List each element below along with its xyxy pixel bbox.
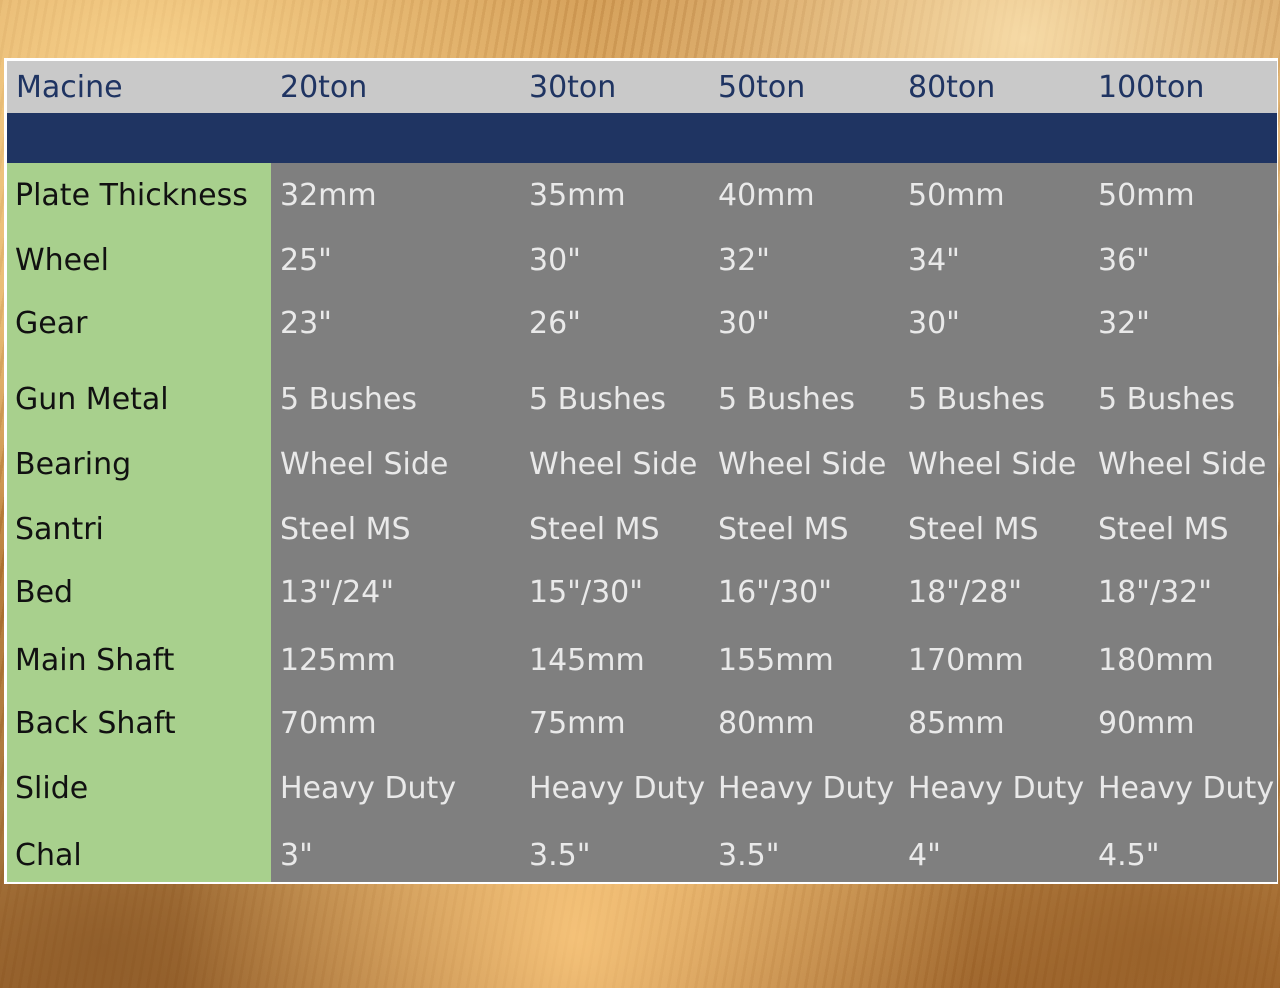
- table-cell: Wheel Side: [718, 447, 887, 482]
- table-cell: Heavy Duty: [718, 771, 895, 806]
- table-cell: 34": [908, 243, 960, 278]
- row-label: Bed: [15, 575, 74, 610]
- table-cell: 3": [280, 838, 313, 873]
- table-cell: 85mm: [908, 706, 1005, 741]
- table-cell: Wheel Side: [1098, 447, 1267, 482]
- row-label: Gear: [15, 306, 88, 341]
- table-cell: 30": [908, 306, 960, 341]
- table-cell: 125mm: [280, 643, 396, 678]
- table-cell: 23": [280, 306, 332, 341]
- table-cell: 35mm: [529, 178, 626, 213]
- table-cell: 32": [1098, 306, 1150, 341]
- header-row: Macine 20ton 30ton 50ton 80ton 100ton: [7, 61, 1277, 113]
- table-cell: Heavy Duty: [280, 771, 457, 806]
- table-cell: 26": [529, 306, 581, 341]
- machine-spec-table: Macine 20ton 30ton 50ton 80ton 100ton Pl…: [7, 61, 1277, 882]
- row-label: Bearing: [15, 447, 132, 482]
- header-50ton: 50ton: [718, 70, 806, 105]
- spec-table-frame: Macine 20ton 30ton 50ton 80ton 100ton Pl…: [4, 58, 1278, 884]
- table-cell: Steel MS: [280, 512, 411, 547]
- table-cell: 4": [908, 838, 941, 873]
- header-30ton: 30ton: [529, 70, 617, 105]
- table-cell: 13"/24": [280, 575, 395, 610]
- table-cell: 15"/30": [529, 575, 644, 610]
- row-label: Back Shaft: [15, 706, 176, 741]
- table-cell: 50mm: [908, 178, 1005, 213]
- table-cell: 180mm: [1098, 643, 1214, 678]
- table-cell: 18"/32": [1098, 575, 1213, 610]
- header-80ton: 80ton: [908, 70, 996, 105]
- row-label: Slide: [15, 771, 89, 806]
- table-cell: 18"/28": [908, 575, 1023, 610]
- row-label: Gun Metal: [15, 382, 169, 417]
- table-cell: 32mm: [280, 178, 377, 213]
- table-cell: 90mm: [1098, 706, 1195, 741]
- table-cell: Heavy Duty: [529, 771, 706, 806]
- table-cell: 36": [1098, 243, 1150, 278]
- table-cell: 50mm: [1098, 178, 1195, 213]
- table-cell: 75mm: [529, 706, 626, 741]
- table-cell: 5 Bushes: [718, 382, 855, 417]
- table-cell: 155mm: [718, 643, 834, 678]
- table-cell: 3.5": [718, 838, 780, 873]
- table-cell: 32": [718, 243, 770, 278]
- table-cell: 5 Bushes: [280, 382, 417, 417]
- header-100ton: 100ton: [1098, 70, 1205, 105]
- table-cell: 30": [718, 306, 770, 341]
- table-cell: Steel MS: [1098, 512, 1229, 547]
- row-label: Plate Thickness: [15, 178, 248, 213]
- table-cell: Steel MS: [908, 512, 1039, 547]
- table-cell: 4.5": [1098, 838, 1160, 873]
- table-cell: 30": [529, 243, 581, 278]
- row-label: Chal: [15, 838, 82, 873]
- row-label: Main Shaft: [15, 643, 175, 678]
- table-cell: 5 Bushes: [529, 382, 666, 417]
- header-band: [7, 113, 1277, 163]
- row-label: Santri: [15, 512, 104, 547]
- table-cell: 16"/30": [718, 575, 833, 610]
- table-cell: 5 Bushes: [908, 382, 1045, 417]
- table-cell: 80mm: [718, 706, 815, 741]
- table-cell: 145mm: [529, 643, 645, 678]
- table-cell: Wheel Side: [908, 447, 1077, 482]
- table-cell: 40mm: [718, 178, 815, 213]
- header-machine: Macine: [16, 70, 123, 105]
- row-label: Wheel: [15, 243, 109, 278]
- table-cell: Heavy Duty: [1098, 771, 1275, 806]
- table-cell: Heavy Duty: [908, 771, 1085, 806]
- table-cell: 170mm: [908, 643, 1024, 678]
- table-cell: 25": [280, 243, 332, 278]
- table-cell: 70mm: [280, 706, 377, 741]
- table-cell: Wheel Side: [280, 447, 449, 482]
- table-cell: Steel MS: [718, 512, 849, 547]
- table-cell: Wheel Side: [529, 447, 698, 482]
- header-20ton: 20ton: [280, 70, 368, 105]
- table-cell: 5 Bushes: [1098, 382, 1235, 417]
- table-cell: Steel MS: [529, 512, 660, 547]
- table-cell: 3.5": [529, 838, 591, 873]
